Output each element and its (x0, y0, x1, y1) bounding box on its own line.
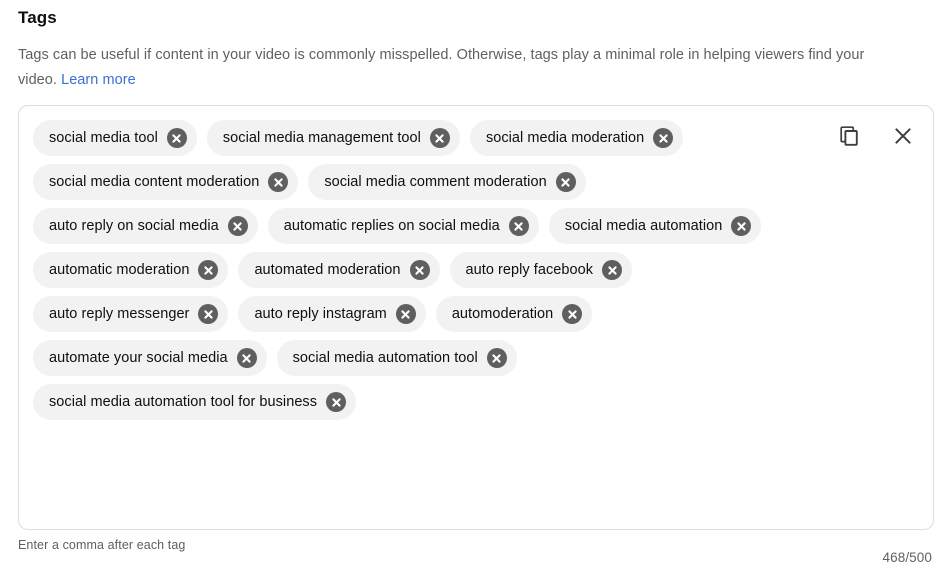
remove-tag-icon[interactable] (227, 216, 248, 236)
remove-tag-icon[interactable] (268, 172, 289, 192)
tag-chip-label: automatic replies on social media (283, 218, 500, 234)
remove-tag-icon[interactable] (486, 348, 507, 368)
tag-chip[interactable]: social media comment moderation (308, 164, 586, 200)
tag-chip[interactable]: social media automation tool (276, 340, 517, 376)
tag-box-actions (835, 122, 917, 150)
character-counter: 468/500 (882, 550, 932, 565)
tag-chip-label: social media automation tool for busines… (49, 394, 318, 410)
tags-footer: Enter a comma after each tag 468/500 (18, 530, 934, 567)
tag-chip[interactable]: social media content moderation (33, 164, 299, 200)
tag-chip-label: auto reply on social media (49, 218, 219, 234)
remove-tag-icon[interactable] (326, 392, 347, 412)
remove-tag-icon[interactable] (653, 128, 674, 148)
tag-chip-label: social media comment moderation (324, 174, 547, 190)
tag-chip[interactable]: auto reply messenger (33, 296, 229, 332)
tag-chip-label: automate your social media (49, 350, 228, 366)
tag-chip-label: automoderation (451, 306, 554, 322)
tag-chip[interactable]: automatic moderation (33, 252, 229, 288)
tag-chip[interactable]: auto reply on social media (33, 208, 258, 244)
tag-chip[interactable]: automate your social media (33, 340, 267, 376)
tag-chip-label: social media automation (564, 218, 723, 234)
tag-chip[interactable]: social media moderation (469, 120, 684, 156)
tags-section: Tags Tags can be useful if content in yo… (0, 0, 952, 574)
tags-hint: Enter a comma after each tag (18, 538, 186, 552)
tag-chip-label: social media content moderation (49, 174, 260, 190)
tag-chip[interactable]: automoderation (435, 296, 593, 332)
copy-icon[interactable] (835, 122, 863, 150)
page-title: Tags (18, 8, 57, 27)
remove-tag-icon[interactable] (602, 260, 623, 280)
tag-chip-label: auto reply facebook (465, 262, 594, 278)
tag-chip-label: automatic moderation (49, 262, 190, 278)
tag-chip-list: social media tool social media management… (33, 120, 793, 420)
tag-chip[interactable]: social media automation (548, 208, 762, 244)
remove-tag-icon[interactable] (731, 216, 752, 236)
tag-chip-label: social media automation tool (292, 350, 478, 366)
tag-chip[interactable]: social media management tool (206, 120, 460, 156)
close-icon[interactable] (889, 122, 917, 150)
remove-tag-icon[interactable] (198, 260, 219, 280)
section-description-text: Tags can be useful if content in your vi… (18, 47, 865, 88)
section-description: Tags can be useful if content in your vi… (18, 29, 878, 93)
tag-chip[interactable]: automatic replies on social media (267, 208, 539, 244)
tag-chip-label: auto reply instagram (254, 306, 387, 322)
remove-tag-icon[interactable] (409, 260, 430, 280)
remove-tag-icon[interactable] (395, 304, 416, 324)
tag-chip-label: social media tool (49, 130, 158, 146)
remove-tag-icon[interactable] (508, 216, 529, 236)
tag-chip[interactable]: auto reply facebook (449, 252, 633, 288)
tag-chip-label: auto reply messenger (49, 306, 190, 322)
remove-tag-icon[interactable] (236, 348, 257, 368)
tag-chip-label: social media management tool (222, 130, 421, 146)
tags-input-box[interactable]: social media tool social media management… (18, 105, 934, 530)
remove-tag-icon[interactable] (198, 304, 219, 324)
remove-tag-icon[interactable] (562, 304, 583, 324)
tag-chip[interactable]: social media tool (33, 120, 197, 156)
learn-more-link[interactable]: Learn more (61, 72, 136, 88)
tag-chip[interactable]: automated moderation (238, 252, 440, 288)
tag-chip-label: social media moderation (485, 130, 645, 146)
tag-chip-label: automated moderation (254, 262, 401, 278)
remove-tag-icon[interactable] (166, 128, 187, 148)
remove-tag-icon[interactable] (429, 128, 450, 148)
tag-chip[interactable]: auto reply instagram (238, 296, 426, 332)
remove-tag-icon[interactable] (555, 172, 576, 192)
tag-chip[interactable]: social media automation tool for busines… (33, 384, 357, 420)
